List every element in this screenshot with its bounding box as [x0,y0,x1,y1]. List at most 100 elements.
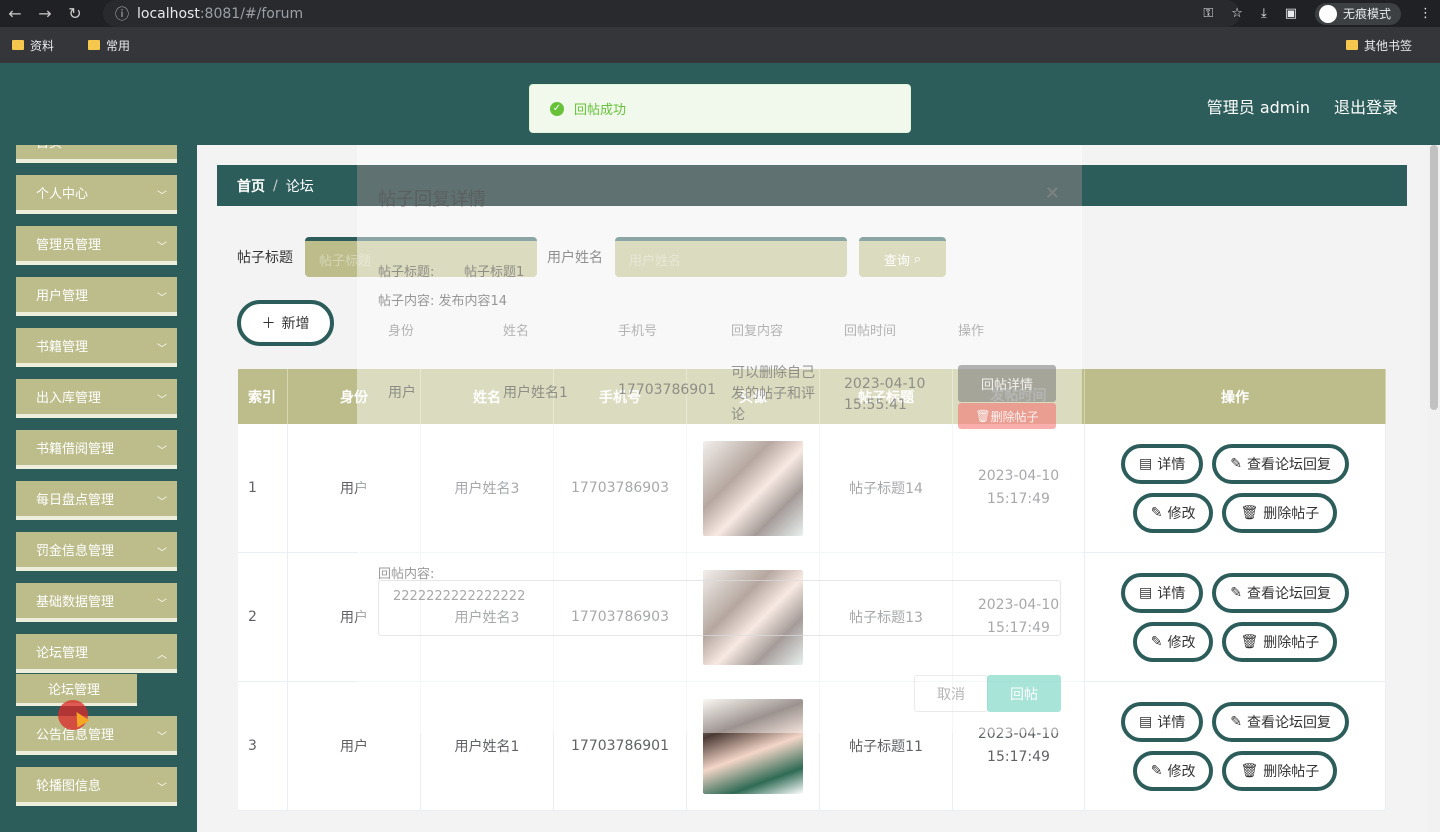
key-icon[interactable]: ⚿ [1203,6,1213,21]
info-icon: ⓘ [115,6,129,23]
document-icon: ▤ [1139,713,1153,730]
reload-icon[interactable]: ↻ [60,4,90,23]
dialog-title: 帖子回复详情 [378,189,486,210]
dialog-post-title-label: 帖子标题: [378,265,435,280]
browser-toolbar: ← → ↻ ⓘ localhost:8081/#/forum ⚿ ☆ ⤓ ▣ 无… [0,0,1440,27]
dialog-reply-role: 用户 [388,385,416,401]
success-toast: ✓ 回帖成功 [529,84,911,133]
row-actions: ▤ 详情 ✎ 查看论坛回复 ✎ 修改 🗑 删除帖子 [1085,682,1386,810]
close-icon[interactable]: ✕ [1045,183,1060,204]
star-icon[interactable]: ☆ [1231,6,1243,21]
breadcrumb-home[interactable]: 首页 [237,176,265,196]
chevron-down-icon: ﹀ [157,783,167,794]
document-icon: ▤ [1139,455,1153,472]
row-index: 3 [238,682,288,810]
view-reply-button[interactable]: ✎ 查看论坛回复 [1212,443,1349,484]
bookmark-other[interactable]: 其他书签 [1345,37,1412,54]
scrollbar-thumb[interactable] [1430,145,1438,410]
dialog-col-phone: 手机号 [618,324,658,339]
chevron-down-icon: ﹀ [157,344,167,355]
edit-button[interactable]: ✎ 修改 [1132,621,1214,662]
dialog-post-title-value: 帖子标题1 [464,265,525,280]
chevron-down-icon: ﹀ [157,497,167,508]
page-scrollbar[interactable] [1428,145,1440,832]
dialog-col-name: 姓名 [503,324,530,339]
col-index: 索引 [238,369,288,424]
edit-icon: ✎ [1230,713,1242,730]
dialog-reply-content: 可以删除自己发的帖子和评论 [731,365,815,423]
reply-detail-button[interactable]: 回帖详情 [958,365,1056,402]
detail-button[interactable]: ▤ 详情 [1121,443,1204,484]
row-actions: ▤ 详情 ✎ 查看论坛回复 ✎ 修改 🗑 删除帖子 [1085,553,1386,681]
view-reply-button[interactable]: ✎ 查看论坛回复 [1212,572,1349,613]
edit-icon: ✎ [1150,762,1163,779]
incognito-badge[interactable]: 无痕模式 [1314,2,1401,25]
back-icon[interactable]: ← [0,4,30,23]
url-host: localhost [137,5,200,22]
trash-icon: 🗑 [1240,504,1259,521]
sidebar-item-forum[interactable]: 论坛管理 ︿ [16,634,177,673]
dialog-post-content: 帖子内容: 发布内容14 [378,294,508,309]
forward-icon[interactable]: → [30,4,60,23]
delete-button[interactable]: 🗑 删除帖子 [1222,621,1338,662]
dialog-reply-time: 2023-04-10 15:55:41 [844,376,926,413]
sidebar-item-users[interactable]: 用户管理 ﹀ [16,277,177,316]
dialog-reply-name: 用户姓名1 [503,385,568,401]
edit-button[interactable]: ✎ 修改 [1132,750,1214,791]
more-icon[interactable]: ⋮ [1419,6,1432,21]
sidebar-item-inventory[interactable]: 每日盘点管理 ﹀ [16,481,177,520]
sidebar-item-borrow[interactable]: 书籍借阅管理 ﹀ [16,430,177,469]
logout-link[interactable]: 退出登录 [1334,94,1398,118]
submit-reply-button[interactable]: 回帖 [987,675,1061,712]
row-actions: ▤ 详情 ✎ 查看论坛回复 ✎ 修改 🗑 删除帖子 [1085,424,1386,552]
bookmark-changyong[interactable]: 常用 [88,37,130,54]
reply-detail-dialog: 帖子回复详情 ✕ 帖子标题: 帖子标题1 帖子内容: 发布内容14 身份 姓名 … [357,145,1082,733]
address-bar[interactable]: ⓘ localhost:8081/#/forum [103,0,1240,27]
sidebar-item-admin[interactable]: 管理员管理 ﹀ [16,226,177,265]
cancel-button[interactable]: 取消 [914,675,988,712]
dialog-col-actions: 操作 [958,324,985,339]
sidebar-item-basic-data[interactable]: 基础数据管理 ﹀ [16,583,177,622]
chevron-down-icon: ﹀ [157,599,167,610]
sidepanel-icon[interactable]: ▣ [1285,6,1297,21]
chevron-down-icon: ﹀ [157,191,167,202]
edit-icon: ✎ [1150,504,1163,521]
view-reply-button[interactable]: ✎ 查看论坛回复 [1212,701,1349,742]
edit-icon: ✎ [1150,633,1163,650]
folder-icon [12,40,24,50]
trash-icon: 🗑 [1240,633,1259,650]
reply-content-textarea[interactable]: 2222222222222222 [378,580,1061,636]
sidebar-item-notice[interactable]: 公告信息管理 ﹀ [16,716,177,755]
chevron-down-icon: ﹀ [157,732,167,743]
sidebar-item-carousel[interactable]: 轮播图信息 ﹀ [16,767,177,806]
breadcrumb-separator: / [273,177,278,194]
download-icon[interactable]: ⤓ [1261,6,1267,21]
sidebar-item-home[interactable]: 首页 [16,145,177,163]
chevron-down-icon: ﹀ [157,548,167,559]
toast-message: 回帖成功 [574,103,627,118]
dialog-col-role: 身份 [388,324,415,339]
document-icon: ▤ [1139,584,1153,601]
trash-icon: 🗑 [975,409,991,423]
chevron-down-icon: ﹀ [157,242,167,253]
delete-button[interactable]: 🗑 删除帖子 [1222,492,1338,533]
edit-icon: ✎ [1230,455,1242,472]
sidebar-item-stock[interactable]: 出入库管理 ﹀ [16,379,177,418]
sidebar-item-personal[interactable]: 个人中心 ﹀ [16,175,177,214]
breadcrumb-current: 论坛 [285,178,314,195]
detail-button[interactable]: ▤ 详情 [1121,572,1204,613]
reply-delete-button[interactable]: 🗑 删除帖子 [958,403,1056,429]
edit-button[interactable]: ✎ 修改 [1132,492,1214,533]
sidebar-item-books[interactable]: 书籍管理 ﹀ [16,328,177,367]
bookmark-ziliao[interactable]: 资料 [12,37,54,54]
sidebar-item-fines[interactable]: 罚金信息管理 ﹀ [16,532,177,571]
sidebar: 首页 个人中心﹀ 管理员管理﹀ 用户管理﹀ 书籍管理﹀ 出入库管理﹀ 书籍借阅管… [0,145,197,832]
plus-icon: ＋ [261,316,276,332]
dialog-col-content: 回复内容 [731,324,784,339]
folder-icon [1345,40,1358,50]
detail-button[interactable]: ▤ 详情 [1121,701,1204,742]
add-button[interactable]: ＋新增 [237,300,334,346]
chevron-up-icon: ︿ [157,650,167,661]
delete-button[interactable]: 🗑 删除帖子 [1222,750,1338,791]
chevron-down-icon: ﹀ [157,446,167,457]
